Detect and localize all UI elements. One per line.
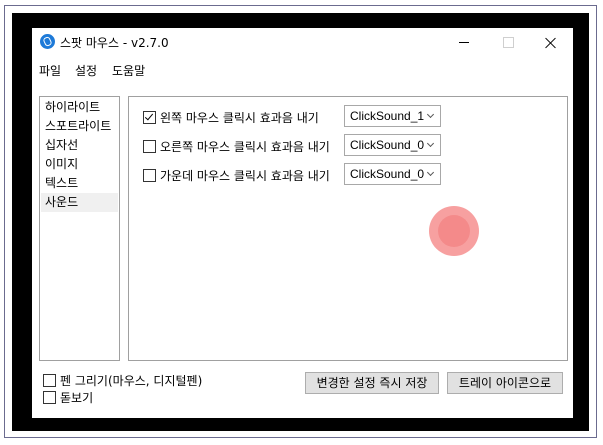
menu-settings[interactable]: 설정: [75, 62, 97, 79]
minimize-to-tray-button[interactable]: 트레이 아이콘으로: [447, 372, 563, 394]
chevron-down-icon: [426, 139, 435, 148]
minimize-icon: [459, 42, 469, 43]
maximize-button: [486, 28, 530, 57]
chevron-down-icon: [426, 168, 435, 177]
category-image[interactable]: 이미지: [41, 155, 118, 174]
menu-help[interactable]: 도움말: [112, 62, 145, 79]
category-spotlight[interactable]: 스포트라이트: [41, 117, 118, 136]
right-click-sound-select[interactable]: ClickSound_0: [344, 134, 441, 156]
minimize-button[interactable]: [442, 28, 486, 57]
close-icon: [545, 37, 557, 49]
menu-file[interactable]: 파일: [39, 62, 61, 79]
save-settings-button[interactable]: 변경한 설정 즉시 저장: [305, 372, 439, 394]
middle-click-sound-value: ClickSound_0: [350, 167, 425, 181]
magnifier-label[interactable]: 돋보기: [60, 389, 93, 406]
left-click-sound-value: ClickSound_1: [350, 109, 425, 123]
app-icon: [40, 34, 55, 49]
maximize-icon: [502, 37, 514, 48]
right-click-sound-checkbox[interactable]: [143, 140, 156, 153]
magnifier-checkbox[interactable]: [43, 391, 56, 404]
left-click-sound-label[interactable]: 왼쪽 마우스 클릭시 효과음 내기: [160, 109, 319, 126]
close-button[interactable]: [529, 28, 573, 57]
category-highlight[interactable]: 하이라이트: [41, 98, 118, 117]
left-click-sound-select[interactable]: ClickSound_1: [344, 105, 441, 127]
right-click-sound-value: ClickSound_0: [350, 138, 425, 152]
chevron-down-icon: [426, 110, 435, 119]
app-window: 스팟 마우스 - v2.7.0 파일 설정 도움말 하이라이트 스포트라이트 십…: [32, 28, 573, 418]
right-click-sound-label[interactable]: 오른쪽 마우스 클릭시 효과음 내기: [160, 138, 330, 155]
sound-settings-panel: 왼쪽 마우스 클릭시 효과음 내기 ClickSound_1 오른쪽 마우스 클…: [128, 96, 568, 361]
category-text[interactable]: 텍스트: [41, 174, 118, 193]
category-list: 하이라이트 스포트라이트 십자선 이미지 텍스트 사운드: [39, 96, 120, 361]
middle-click-sound-select[interactable]: ClickSound_0: [344, 163, 441, 185]
category-sound[interactable]: 사운드: [41, 193, 118, 212]
pen-drawing-label[interactable]: 펜 그리기(마우스, 디지털펜): [60, 372, 202, 389]
left-click-sound-checkbox[interactable]: [143, 111, 156, 124]
window-title: 스팟 마우스 - v2.7.0: [60, 36, 169, 50]
pen-drawing-checkbox[interactable]: [43, 374, 56, 387]
category-crosshair[interactable]: 십자선: [41, 136, 118, 155]
title-bar[interactable]: 스팟 마우스 - v2.7.0: [32, 28, 573, 57]
middle-click-sound-checkbox[interactable]: [143, 169, 156, 182]
middle-click-sound-label[interactable]: 가운데 마우스 클릭시 효과음 내기: [160, 167, 330, 184]
click-highlight-effect: [429, 206, 479, 256]
